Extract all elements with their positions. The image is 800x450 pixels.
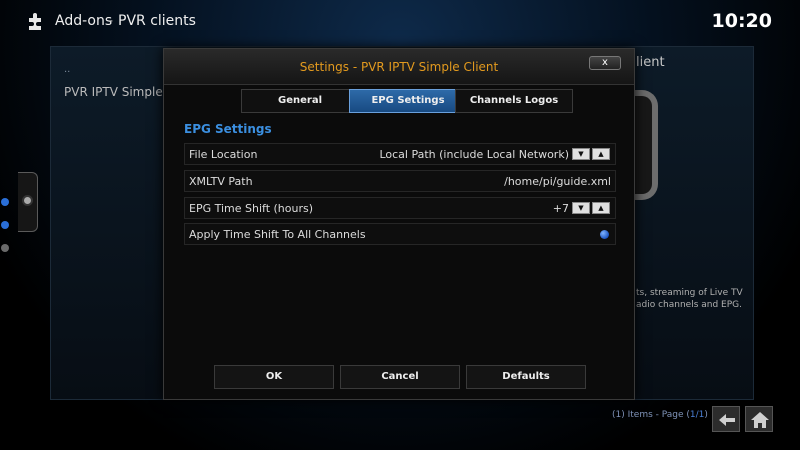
- cancel-button[interactable]: Cancel: [340, 365, 460, 389]
- home-button[interactable]: [745, 406, 773, 432]
- setting-label: File Location: [189, 148, 258, 161]
- breadcrumb-separator: -: [108, 13, 114, 29]
- addon-title-partial: lient: [636, 55, 665, 70]
- spin-up-button[interactable]: ▲: [592, 148, 610, 160]
- close-icon: x: [602, 57, 608, 68]
- chevron-down-icon: ▼: [578, 150, 584, 158]
- settings-dialog: Settings - PVR IPTV Simple Client x Gene…: [163, 48, 635, 400]
- back-button[interactable]: [712, 406, 740, 432]
- breadcrumb-pvr-clients: PVR clients: [118, 13, 196, 29]
- pager-items-label: (1) Items - Page (: [612, 410, 690, 420]
- dialog-title: Settings - PVR IPTV Simple Client: [299, 60, 499, 74]
- chevron-up-icon: ▲: [598, 204, 604, 212]
- tab-label: Channels Logos: [469, 95, 559, 106]
- setting-label: Apply Time Shift To All Channels: [189, 228, 366, 241]
- description-line: adio channels and EPG.: [636, 300, 743, 310]
- addon-description: ts, streaming of Live TV adio channels a…: [636, 287, 754, 311]
- setting-value: Local Path (include Local Network): [379, 148, 569, 161]
- radio-toggle-icon[interactable]: [600, 230, 609, 239]
- section-heading: EPG Settings: [184, 122, 272, 136]
- top-bar: Add-ons - PVR clients 10:20: [0, 0, 800, 44]
- dialog-header: Settings - PVR IPTV Simple Client x: [164, 49, 634, 85]
- tab-label: EPG Settings: [371, 95, 445, 106]
- clock: 10:20: [711, 10, 772, 32]
- pager-page-number: 1/1: [689, 410, 705, 420]
- list-item-pvr-iptv[interactable]: PVR IPTV Simple C: [64, 85, 175, 99]
- side-menu-tab[interactable]: [18, 172, 38, 232]
- setting-value: /home/pi/guide.xml: [504, 175, 611, 188]
- tab-epg-settings[interactable]: EPG Settings: [349, 89, 467, 113]
- setting-file-location[interactable]: File Location Local Path (include Local …: [184, 143, 616, 165]
- tab-channels-logos[interactable]: Channels Logos: [455, 89, 573, 113]
- setting-label: EPG Time Shift (hours): [189, 202, 314, 215]
- chevron-up-icon: ▲: [598, 150, 604, 158]
- spin-down-button[interactable]: ▼: [572, 202, 590, 214]
- defaults-button[interactable]: Defaults: [466, 365, 586, 389]
- back-arrow-icon: [719, 414, 735, 426]
- side-indicator-dot: [1, 244, 9, 252]
- tab-label: General: [278, 95, 322, 106]
- pager-info: (1) Items - Page (1/1): [612, 410, 708, 420]
- breadcrumb-addons: Add-ons: [55, 13, 113, 29]
- tab-general[interactable]: General: [241, 89, 359, 113]
- button-label: Defaults: [502, 371, 550, 382]
- setting-xmltv-path[interactable]: XMLTV Path /home/pi/guide.xml: [184, 170, 616, 192]
- side-indicator-dot: [1, 221, 9, 229]
- pager-close-paren: ): [704, 410, 708, 420]
- side-menu-handle-icon: [22, 195, 33, 206]
- setting-epg-time-shift[interactable]: EPG Time Shift (hours) +7 ▼ ▲: [184, 197, 616, 219]
- spin-up-button[interactable]: ▲: [592, 202, 610, 214]
- description-line: ts, streaming of Live TV: [636, 288, 743, 298]
- spin-down-button[interactable]: ▼: [572, 148, 590, 160]
- button-label: Cancel: [381, 371, 419, 382]
- ok-button[interactable]: OK: [214, 365, 334, 389]
- chevron-down-icon: ▼: [578, 204, 584, 212]
- home-icon: [751, 412, 769, 428]
- setting-apply-time-shift[interactable]: Apply Time Shift To All Channels: [184, 223, 616, 245]
- setting-value: +7: [552, 202, 569, 215]
- button-label: OK: [265, 371, 283, 382]
- setting-label: XMLTV Path: [189, 175, 253, 188]
- list-parent-item[interactable]: ..: [64, 64, 70, 75]
- side-indicator-dot: [1, 198, 9, 206]
- close-button[interactable]: x: [589, 56, 621, 70]
- addon-puzzle-icon: [29, 13, 41, 30]
- background-stage: Add-ons - PVR clients 10:20 .. PVR IPTV …: [0, 0, 800, 450]
